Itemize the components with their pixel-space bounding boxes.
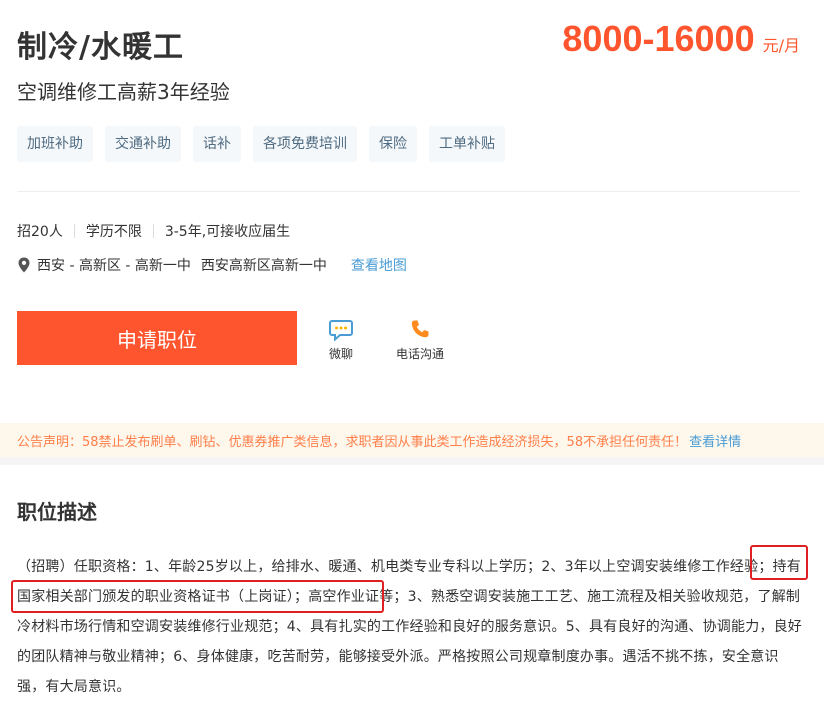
notice-text: 公告声明：58禁止发布刷单、刷钻、优惠券推广类信息，求职者因从事此类工作造成经济… [17,434,688,450]
chat-label: 微聊 [329,347,354,361]
job-location: 西安 - 高新区 - 高新一中 西安高新区高新一中 查看地图 [17,255,407,275]
benefit-tag: 话补 [193,126,241,162]
salary: 8000-16000 元/月 [562,18,800,60]
description-heading: 职位描述 [17,500,97,524]
benefit-tag: 保险 [369,126,417,162]
description-body: （招聘）任职资格：1、年龄25岁以上，给排水、暖通、机电类专业专科以上学历；2、… [17,559,803,695]
benefit-tag: 交通补助 [105,126,181,162]
divider [17,191,800,192]
benefit-tags: 加班补助 交通补助 话补 各项免费培训 保险 工单补贴 [17,126,505,162]
separator [73,224,75,238]
salary-unit: 元/月 [762,36,800,55]
phone-icon [411,320,429,338]
location-address: 西安高新区高新一中 [200,258,327,274]
notice-bar: 公告声明：58禁止发布刷单、刷钻、优惠券推广类信息，求职者因从事此类工作造成经济… [0,423,824,457]
chat-bubble-icon [329,320,353,341]
apply-button[interactable]: 申请职位 [17,311,297,365]
headcount: 招20人 [17,224,63,240]
benefit-tag: 加班补助 [17,126,93,162]
job-title: 制冷/水暖工 [17,30,184,65]
experience-requirement: 3-5年,可接收应届生 [164,224,291,240]
phone-button[interactable]: 电话沟通 [396,319,444,362]
salary-amount: 8000-16000 [562,18,755,59]
benefit-tag: 工单补贴 [429,126,505,162]
location-area: 西安 - 高新区 - 高新一中 [37,258,191,274]
location-pin-icon [18,257,30,273]
benefit-tag: 各项免费培训 [253,126,357,162]
education-requirement: 学历不限 [85,224,142,240]
job-meta: 招20人 学历不限 3-5年,可接收应届生 [17,221,290,241]
notice-details-link[interactable]: 查看详情 [689,431,741,450]
phone-label: 电话沟通 [396,347,445,361]
chat-button[interactable]: 微聊 [329,319,353,362]
job-subtitle: 空调维修工高薪3年经验 [17,80,230,104]
separator [152,224,154,238]
section-gap [0,457,824,465]
view-map-link[interactable]: 查看地图 [351,255,407,275]
